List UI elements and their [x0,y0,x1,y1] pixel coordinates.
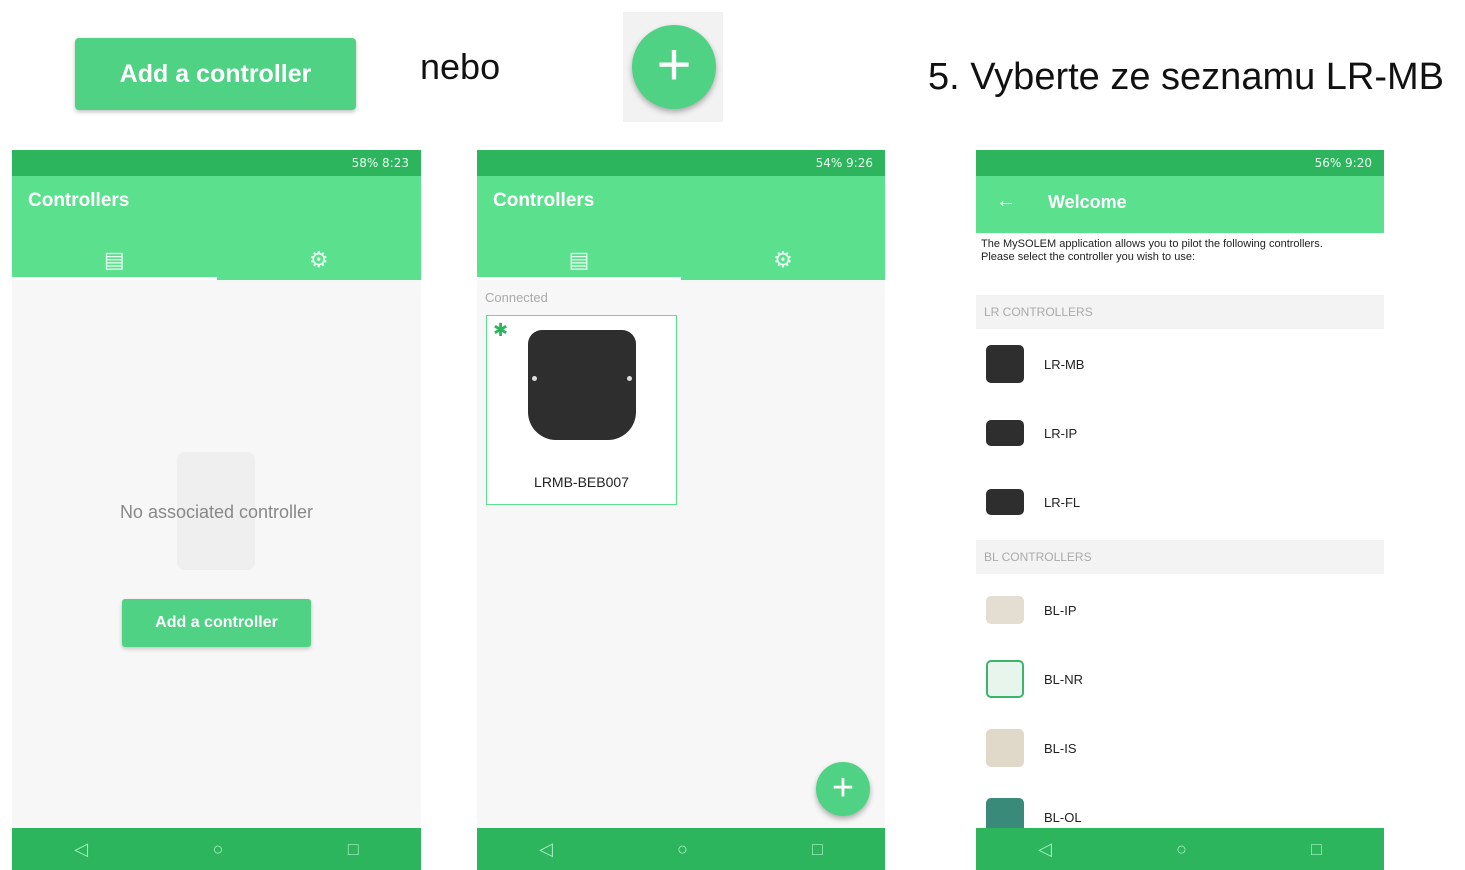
controller-label: LR-IP [1044,425,1078,441]
page-title: Controllers [493,190,595,211]
intro-line-2: Please select the controller you wish to… [981,251,1196,263]
tab-settings[interactable]: ⚙ [217,240,422,280]
controller-item-lr-ip[interactable]: LR-IP [976,413,1384,453]
tab-settings[interactable]: ⚙ [681,240,885,280]
tab-controllers[interactable]: ▤ [477,240,681,280]
controller-item-lr-fl[interactable]: LR-FL [976,482,1384,522]
app-bar: Controllers ▤ ⚙ [12,176,421,280]
controller-card[interactable]: ✱ LRMB-BEB007 [486,315,677,505]
status-bar: 58% 8:23 [12,150,421,176]
recents-nav-icon[interactable]: □ [348,839,359,860]
gear-icon: ⚙ [773,247,793,272]
status-bar: 54% 9:26 [477,150,885,176]
app-bar: Controllers ▤ ⚙ [477,176,885,280]
controller-label: LR-FL [1044,494,1081,510]
controller-label: BL-IP [1044,602,1077,618]
phone-screen-empty: 58% 8:23 Controllers ▤ ⚙ No associated c… [12,150,421,870]
phone-screen-connected: 54% 9:26 Controllers ▤ ⚙ Connected ✱ LRM… [477,150,885,870]
plus-icon[interactable]: + [632,25,716,109]
controller-item-lr-mb[interactable]: LR-MB [976,344,1384,384]
home-nav-icon[interactable]: ○ [677,839,688,860]
controller-thumbnail [986,596,1024,624]
add-controller-button[interactable]: Add a controller [122,599,311,647]
home-nav-icon[interactable]: ○ [213,839,224,860]
back-arrow-icon[interactable]: ← [996,190,1016,213]
navigation-bar: ◁ ○ □ [12,828,421,870]
navigation-bar: ◁ ○ □ [477,828,885,870]
tab-controllers[interactable]: ▤ [12,240,217,280]
app-bar: ← Welcome [976,176,1384,233]
controller-thumbnail [986,729,1024,767]
controller-thumbnail [986,660,1024,698]
controller-icon: ▤ [103,247,125,272]
step-instruction: 5. Vyberte ze seznamu LR-MB [928,56,1445,98]
recents-nav-icon[interactable]: □ [1311,839,1322,860]
tab-indicator [12,277,217,280]
status-bar: 56% 9:20 [976,150,1384,176]
controller-item-bl-nr[interactable]: BL-NR [976,659,1384,699]
controller-label: LR-MB [1044,356,1085,372]
controller-icon: ▤ [568,247,590,272]
tab-indicator [477,277,681,280]
controller-label: BL-IS [1044,740,1077,756]
controller-item-bl-is[interactable]: BL-IS [976,728,1384,768]
page-title: Welcome [1048,192,1127,212]
gear-icon: ⚙ [308,247,329,272]
phone-screen-welcome: 56% 9:20 ← Welcome The MySOLEM applicati… [976,150,1384,870]
intro-text: The MySOLEM application allows you to pi… [981,238,1376,264]
controller-label: BL-NR [1044,671,1084,687]
back-nav-icon[interactable]: ◁ [539,839,553,860]
recents-nav-icon[interactable]: □ [812,839,823,860]
add-controller-button-example[interactable]: Add a controller [75,38,356,110]
empty-message: No associated controller [119,502,314,522]
controller-thumbnail [986,345,1024,383]
controller-image [528,330,636,440]
controller-thumbnail [986,489,1024,515]
plus-icon: + [831,767,855,809]
controller-item-bl-ip[interactable]: BL-IP [976,590,1384,630]
bluetooth-icon: ✱ [493,320,509,340]
back-nav-icon[interactable]: ◁ [74,839,88,860]
controller-label: BL-OL [1044,809,1082,825]
page-title: Controllers [28,190,130,211]
group-header-lr: LR CONTROLLERS [976,295,1384,329]
group-header-bl: BL CONTROLLERS [976,540,1384,574]
intro-line-1: The MySOLEM application allows you to pi… [981,238,1323,250]
section-label-connected: Connected [485,290,548,305]
add-controller-fab[interactable]: + [816,762,870,816]
controller-name: LRMB-BEB007 [534,474,629,490]
back-nav-icon[interactable]: ◁ [1038,839,1052,860]
navigation-bar: ◁ ○ □ [976,828,1384,870]
home-nav-icon[interactable]: ○ [1176,839,1187,860]
controller-thumbnail [986,420,1024,446]
or-text: nebo [420,46,501,87]
